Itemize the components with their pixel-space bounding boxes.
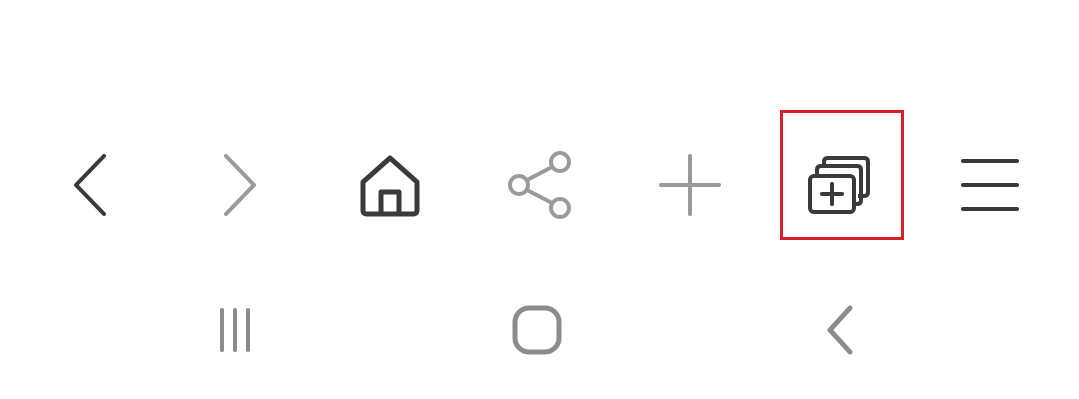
- menu-button[interactable]: [930, 110, 1050, 260]
- home-button[interactable]: [330, 110, 450, 260]
- system-home-button[interactable]: [477, 290, 597, 370]
- new-tab-button[interactable]: [780, 110, 904, 260]
- add-button[interactable]: [630, 110, 750, 260]
- share-button[interactable]: [480, 110, 600, 260]
- share-icon: [508, 151, 571, 219]
- back-button[interactable]: [30, 110, 150, 260]
- screen: [0, 0, 1079, 399]
- home-circle-icon: [512, 305, 562, 355]
- nav-back-icon: [827, 305, 853, 355]
- menu-icon: [961, 159, 1019, 211]
- system-navigation-bar: [0, 290, 1079, 370]
- forward-icon: [224, 154, 256, 216]
- home-icon: [360, 155, 420, 217]
- forward-button[interactable]: [180, 110, 300, 260]
- back-icon: [74, 154, 106, 216]
- recent-apps-button[interactable]: [175, 290, 295, 370]
- tabs-add-icon: [808, 156, 870, 214]
- plus-icon: [659, 154, 721, 216]
- system-back-button[interactable]: [780, 290, 900, 370]
- recent-apps-icon: [220, 308, 250, 352]
- browser-toolbar: [0, 110, 1079, 260]
